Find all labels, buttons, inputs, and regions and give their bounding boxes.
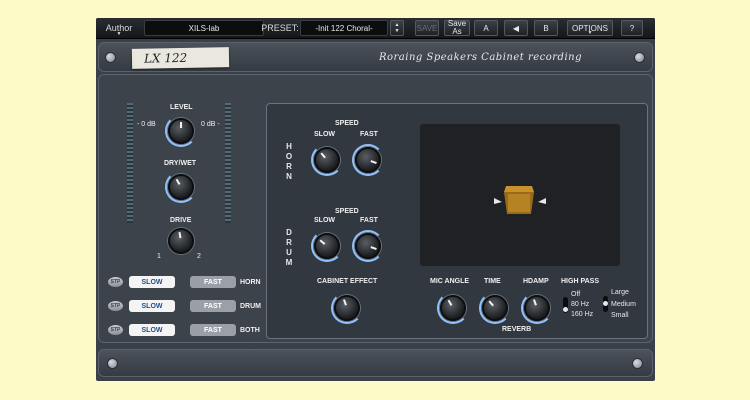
b-button[interactable]: B — [534, 20, 558, 36]
save-button[interactable]: SAVE — [415, 20, 439, 36]
drywet-knob[interactable] — [168, 174, 194, 200]
a-button[interactable]: A — [474, 20, 498, 36]
size-switch[interactable] — [603, 296, 608, 312]
slow-button-drum[interactable]: SLOW — [129, 300, 175, 312]
size-option[interactable]: Large — [611, 289, 629, 296]
subtitle: Roraing Speakers Cabinet recording — [378, 52, 582, 63]
hdamp-knob[interactable] — [524, 295, 550, 321]
level-meter-left — [127, 103, 133, 223]
drum-vertical-label: DRUM — [285, 228, 293, 267]
row-label-drum: DRUM — [240, 303, 261, 310]
screw-icon — [632, 358, 643, 369]
drive-knob[interactable] — [168, 228, 194, 254]
tape-label: LX 122 — [131, 47, 230, 69]
horn-slow-label: SLOW — [314, 131, 335, 138]
drum-fast-label: FAST — [360, 217, 378, 224]
screw-icon — [634, 52, 645, 63]
high-pass-label: HIGH PASS — [561, 278, 599, 285]
save-as-button[interactable]: Save As — [444, 20, 470, 36]
chevron-down-icon: ▼ — [587, 30, 593, 36]
mic-angle-label: MIC ANGLE — [430, 278, 470, 285]
plugin-window: Author ▼ XILS-lab PRESET: -Init 122 Chor… — [96, 18, 655, 381]
copy-left-button[interactable]: ◀ — [504, 20, 528, 36]
high-pass-option[interactable]: 160 Hz — [571, 311, 593, 318]
time-knob[interactable] — [482, 295, 508, 321]
preset-name-field[interactable]: -Init 122 Choral- — [300, 20, 388, 36]
size-option[interactable]: Small — [611, 312, 629, 319]
drywet-label: DRY/WET — [164, 160, 197, 167]
preset-bank-field[interactable]: XILS-lab — [144, 20, 264, 36]
footer-strip — [98, 349, 653, 377]
slow-button-horn[interactable]: SLOW — [129, 276, 175, 288]
slow-button-both[interactable]: SLOW — [129, 324, 175, 336]
arrow-left-icon: ◀ — [512, 23, 520, 33]
horn-fast-label: FAST — [360, 131, 378, 138]
fast-button-drum[interactable]: FAST — [190, 300, 236, 312]
chevron-down-icon: ▼ — [116, 31, 122, 37]
drive-max-label: 2 — [197, 253, 201, 260]
rotary-panel: HORN SPEED SLOW FAST DRUM SPEED SLOW FAS… — [266, 103, 648, 339]
main-panel: LEVEL - 0 dB 0 dB - DRY/WET DRIVE 1 2 ST… — [98, 74, 653, 343]
top-toolbar: Author ▼ XILS-lab PRESET: -Init 122 Chor… — [96, 18, 655, 39]
hdamp-label: HDAMP — [523, 278, 549, 285]
high-pass-option[interactable]: 80 Hz — [571, 301, 589, 308]
reverb-label: REVERB — [502, 326, 532, 333]
drum-slow-knob[interactable] — [314, 233, 340, 259]
stp-button-horn[interactable]: STP — [108, 277, 123, 287]
size-option[interactable]: Medium — [611, 301, 636, 308]
author-menu[interactable]: Author ▼ — [104, 20, 134, 37]
help-button[interactable]: ? — [621, 20, 643, 36]
time-label: TIME — [484, 278, 501, 285]
row-label-both: BOTH — [240, 327, 260, 334]
screw-icon — [107, 358, 118, 369]
preset-stepper[interactable]: ▲ ▼ — [390, 20, 404, 36]
high-pass-switch[interactable] — [563, 297, 568, 313]
level-meter-right — [225, 103, 231, 223]
stp-button-drum[interactable]: STP — [108, 301, 123, 311]
screw-icon — [105, 52, 116, 63]
speaker-cabinet-icon — [494, 186, 546, 214]
rotary-display — [420, 124, 620, 266]
mic-angle-knob[interactable] — [440, 295, 466, 321]
high-pass-option[interactable]: Off — [571, 291, 580, 298]
chevron-down-icon[interactable]: ▼ — [395, 28, 400, 34]
drum-speed-label: SPEED — [335, 208, 359, 215]
drive-label: DRIVE — [170, 217, 192, 224]
preset-label: PRESET: — [261, 23, 299, 33]
level-label: LEVEL — [170, 104, 193, 111]
options-menu[interactable]: OPTIONS ▼ — [567, 20, 613, 36]
drive-min-label: 1 — [157, 253, 161, 260]
drum-fast-knob[interactable] — [355, 233, 381, 259]
fast-button-both[interactable]: FAST — [190, 324, 236, 336]
row-label-horn: HORN — [240, 279, 261, 286]
horn-fast-knob[interactable] — [355, 147, 381, 173]
horn-vertical-label: HORN — [285, 142, 293, 181]
horn-slow-knob[interactable] — [314, 147, 340, 173]
db-left-label: - 0 dB — [137, 121, 156, 128]
level-knob[interactable] — [168, 118, 194, 144]
horn-speed-label: SPEED — [335, 120, 359, 127]
header-strip: LX 122 Roraing Speakers Cabinet recordin… — [98, 42, 653, 72]
preset-bank-name: XILS-lab — [188, 23, 220, 33]
cabinet-effect-knob[interactable] — [334, 295, 360, 321]
preset-name: -Init 122 Choral- — [315, 23, 373, 33]
drum-slow-label: SLOW — [314, 217, 335, 224]
save-as-label-2: As — [452, 27, 462, 36]
db-right-label: 0 dB - — [201, 121, 220, 128]
stp-button-both[interactable]: STP — [108, 325, 123, 335]
cabinet-effect-label: CABINET EFFECT — [317, 278, 378, 285]
fast-button-horn[interactable]: FAST — [190, 276, 236, 288]
